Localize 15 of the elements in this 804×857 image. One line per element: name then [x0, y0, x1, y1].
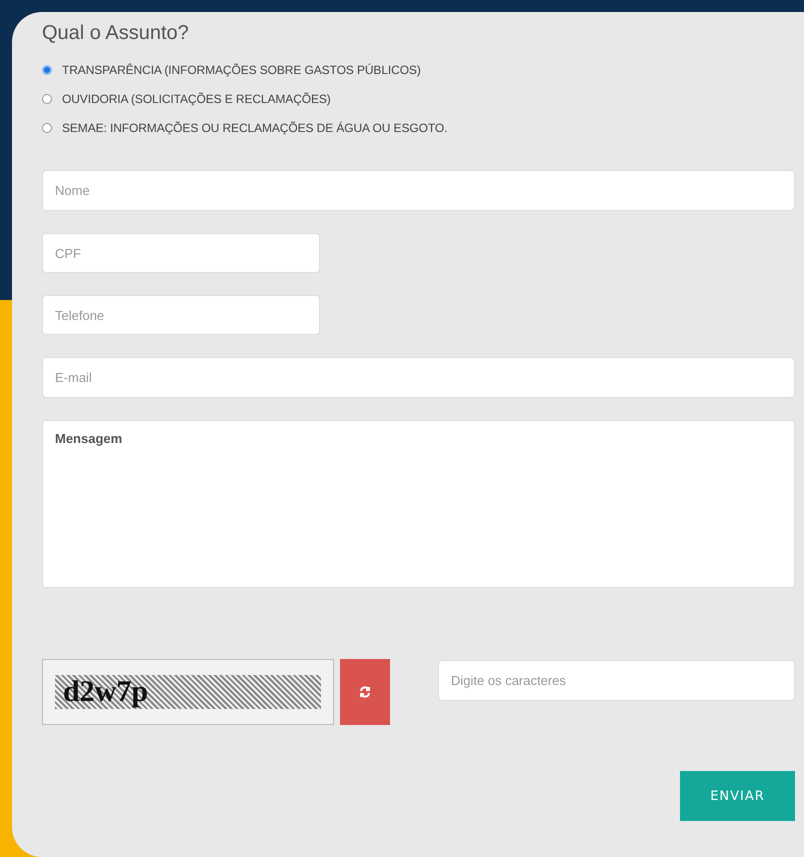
subject-option[interactable]: SEMAE: INFORMAÇÕES OU RECLAMAÇÕES DE ÁGUA OU ESGOTO.	[42, 121, 795, 135]
radio-button[interactable]	[42, 94, 52, 104]
radio-button[interactable]	[42, 65, 52, 75]
input-field[interactable]: CPF	[42, 233, 320, 273]
captcha-field[interactable]: Digite os caracteres	[438, 660, 795, 701]
radio-button[interactable]	[42, 123, 52, 133]
subject-option[interactable]: TRANSPARÊNCIA (INFORMAÇÕES SOBRE GASTOS PÚBLICOS)	[42, 63, 795, 77]
captcha-image: d2w7p	[42, 659, 334, 725]
input-field[interactable]: E-mail	[42, 357, 795, 398]
form-title: Qual o Assunto?	[42, 22, 190, 45]
input-field[interactable]: Telefone	[42, 295, 320, 335]
refresh-icon	[359, 686, 371, 698]
message-field[interactable]: Mensagem	[42, 420, 795, 588]
input-field[interactable]: Nome	[42, 170, 795, 211]
subject-option[interactable]: OUVIDORIA (SOLICITAÇÕES E RECLAMAÇÕES)	[42, 92, 795, 106]
